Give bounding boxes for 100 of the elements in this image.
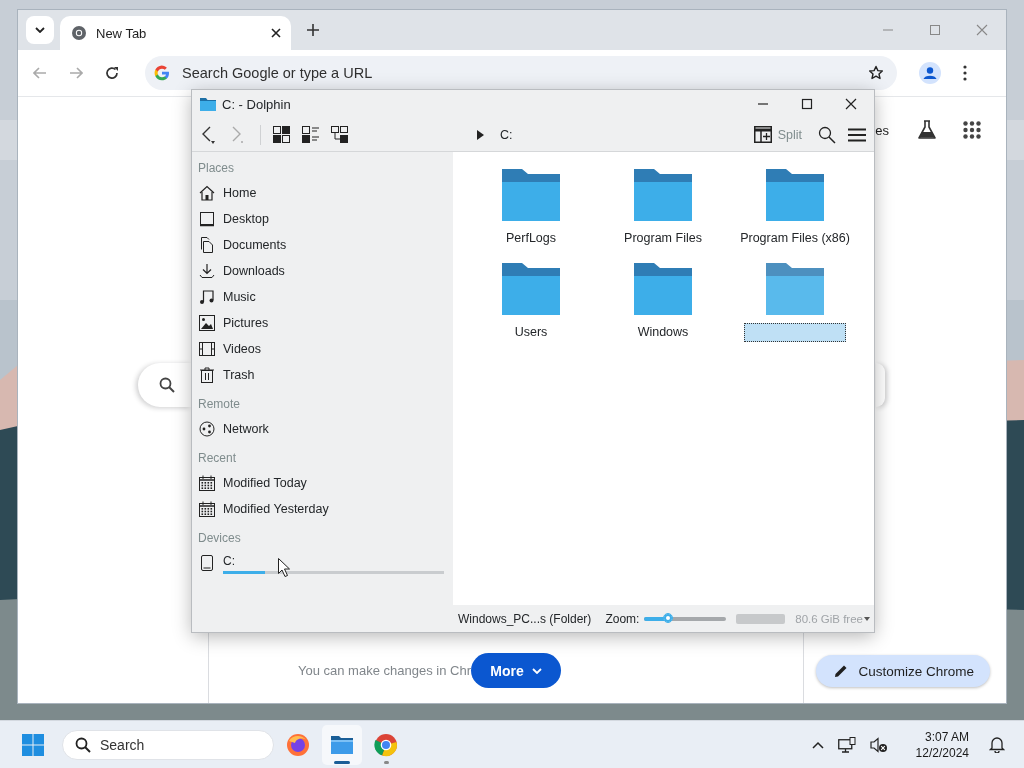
- film-strip-icon: [199, 341, 215, 357]
- file-name: PerfLogs: [506, 231, 556, 245]
- address-bar[interactable]: Search Google or type a URL: [145, 56, 897, 90]
- folder-item[interactable]: Program Files: [597, 169, 729, 263]
- reload-icon[interactable]: [105, 66, 119, 80]
- browser-tab[interactable]: New Tab: [60, 16, 291, 50]
- google-logo-icon: [154, 65, 170, 81]
- flask-icon[interactable]: [917, 120, 937, 140]
- section-heading: Remote: [198, 396, 242, 413]
- tab-title: New Tab: [96, 25, 148, 41]
- profile-avatar-icon[interactable]: [919, 62, 941, 84]
- folder-item[interactable]: Program Files (x86): [729, 169, 861, 263]
- sidebar-item[interactable]: Downloads: [198, 258, 447, 284]
- sidebar-item[interactable]: Network: [198, 416, 447, 442]
- chrome-logo-icon: [71, 25, 87, 41]
- sidebar-item[interactable]: Videos: [198, 336, 447, 362]
- taskbar-app-button[interactable]: [322, 724, 362, 765]
- more-button[interactable]: More: [470, 653, 561, 688]
- folder-icon: [502, 263, 560, 315]
- monitor-icon: [199, 211, 215, 227]
- address-input[interactable]: Search Google or type a URL: [182, 65, 856, 81]
- file-name: Program Files: [624, 231, 702, 245]
- play-arrow-icon: [477, 129, 484, 140]
- taskbar-search-field[interactable]: Search: [62, 729, 274, 760]
- running-indicator: [383, 760, 389, 764]
- folder-item[interactable]: Windows: [597, 263, 729, 357]
- calendar-icon: [199, 501, 215, 517]
- status-text: Windows_PC...s (Folder): [458, 611, 592, 626]
- trash-icon: [199, 367, 215, 383]
- customize-chrome-button[interactable]: Customize Chrome: [816, 655, 990, 687]
- image-icon: [199, 315, 215, 331]
- section-heading: Recent: [198, 450, 238, 467]
- restore-icon[interactable]: [929, 24, 941, 36]
- folder-icon: [200, 97, 216, 111]
- tree-view-icon[interactable]: [331, 126, 348, 143]
- compact-list-icon[interactable]: [302, 126, 319, 143]
- calendar-icon: [199, 475, 215, 491]
- search-field[interactable]: [138, 363, 191, 407]
- drive-icon: [199, 555, 215, 571]
- zoom-label: Zoom:: [605, 611, 640, 626]
- header-link[interactable]: es: [875, 122, 889, 138]
- search-input[interactable]: Search: [100, 736, 250, 753]
- running-indicator: [334, 760, 350, 764]
- search-field-edge: [876, 363, 885, 407]
- file-name: Program Files (x86): [740, 231, 850, 245]
- chevron-up-icon[interactable]: [811, 740, 824, 749]
- section-heading: Devices: [198, 530, 242, 547]
- section-heading: Places: [198, 160, 236, 177]
- apps-grid-icon[interactable]: [963, 121, 981, 139]
- start-windows-icon[interactable]: [22, 733, 44, 756]
- star-icon[interactable]: [868, 65, 884, 81]
- file-name: Windows: [637, 325, 689, 339]
- search-icon: [75, 736, 91, 753]
- icon-grid-icon[interactable]: [273, 126, 290, 143]
- clock[interactable]: 3:07 AM 12/2/2024: [915, 728, 969, 761]
- close-icon[interactable]: [271, 28, 281, 38]
- sidebar-item[interactable]: Pictures: [198, 310, 447, 336]
- menu-icon[interactable]: [848, 127, 866, 142]
- network-monitor-icon[interactable]: [837, 736, 856, 753]
- breadcrumb-item[interactable]: C:: [500, 127, 513, 142]
- zoom-slider[interactable]: [644, 616, 726, 621]
- close-icon[interactable]: [845, 98, 857, 110]
- sidebar-item[interactable]: Home: [198, 180, 447, 206]
- plus-icon[interactable]: [307, 24, 319, 36]
- search-icon: [159, 377, 175, 393]
- music-note-icon: [199, 289, 215, 305]
- chevron-down-icon: [35, 27, 45, 33]
- back-arrow-icon[interactable]: [200, 124, 216, 145]
- search-icon[interactable]: [818, 125, 836, 144]
- network-icon: [199, 421, 215, 437]
- folder-icon: [502, 169, 560, 221]
- folder-icon: [634, 169, 692, 221]
- maximize-icon[interactable]: [801, 98, 813, 110]
- tab-list-button[interactable]: [26, 16, 54, 44]
- documents-icon: [199, 237, 215, 253]
- download-icon: [199, 263, 215, 279]
- folder-item[interactable]: Users: [465, 263, 597, 357]
- sidebar-item[interactable]: Trash: [198, 362, 447, 388]
- slider-handle[interactable]: [662, 612, 673, 623]
- sidebar-item[interactable]: Desktop: [198, 206, 447, 232]
- mouse-cursor-icon: [278, 558, 290, 577]
- home-icon: [199, 185, 215, 201]
- dropdown-arrow-icon[interactable]: [864, 616, 870, 621]
- folder-icon: [766, 263, 824, 315]
- folder-item[interactable]: PerfLogs: [465, 169, 597, 263]
- more-menu-icon[interactable]: [963, 65, 967, 81]
- rename-field[interactable]: [744, 323, 846, 342]
- notification-bell-icon[interactable]: [989, 736, 1005, 753]
- sidebar-item[interactable]: Modified Today: [198, 470, 447, 496]
- sidebar-item[interactable]: Modified Yesterday: [198, 496, 447, 522]
- chrome-browser-icon: [374, 732, 398, 757]
- split-view-icon: [753, 126, 772, 143]
- pencil-icon: [834, 664, 849, 678]
- folder-icon: [634, 263, 692, 315]
- file-name: Users: [514, 325, 548, 339]
- chevron-down-icon: [531, 667, 542, 674]
- sidebar-item[interactable]: Documents: [198, 232, 447, 258]
- sidebar-item[interactable]: Music: [198, 284, 447, 310]
- info-text: You can make changes in Chr: [298, 663, 471, 678]
- speaker-muted-icon[interactable]: [869, 736, 888, 753]
